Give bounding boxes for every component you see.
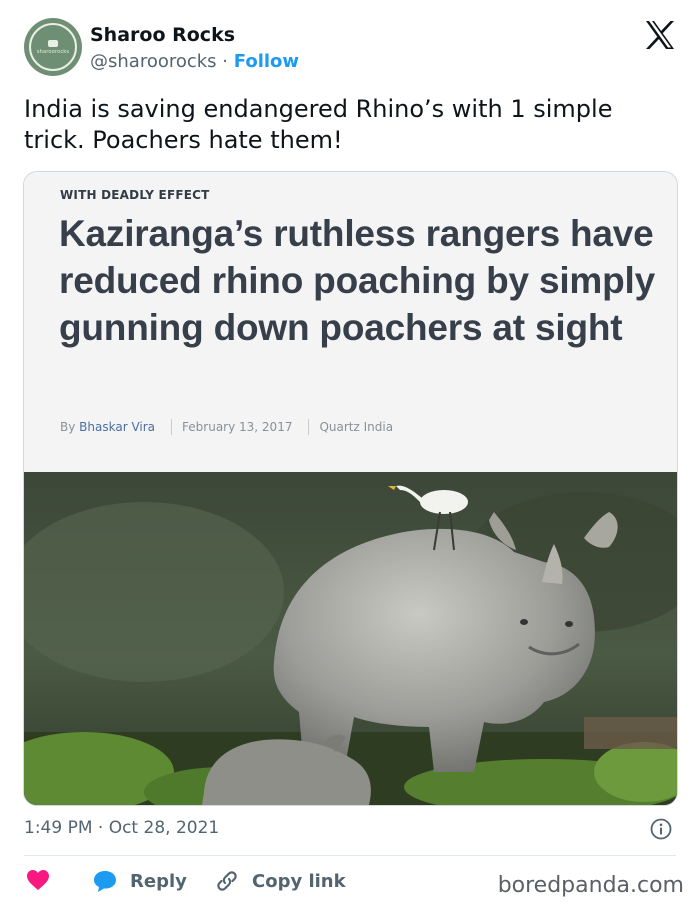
link-icon bbox=[217, 871, 237, 891]
avatar-text: sharoorocks bbox=[36, 48, 70, 55]
copy-link-label: Copy link bbox=[252, 870, 346, 892]
handle[interactable]: @sharoorocks bbox=[90, 51, 217, 72]
heart-icon bbox=[27, 870, 49, 890]
byline-date: February 13, 2017 bbox=[182, 420, 293, 434]
handle-separator: · bbox=[222, 51, 229, 72]
watermark: boredpanda.com bbox=[497, 873, 684, 898]
media-card[interactable]: WITH DEADLY EFFECT Kaziranga’s ruthless … bbox=[23, 171, 678, 806]
byline-divider bbox=[171, 419, 173, 435]
byline-divider bbox=[308, 419, 310, 435]
article-headline: Kaziranga’s ruthless rangers have reduce… bbox=[59, 213, 655, 348]
tweet-timestamp[interactable]: 1:49 PM · Oct 28, 2021 bbox=[24, 818, 219, 838]
follow-button[interactable]: Follow bbox=[234, 51, 299, 72]
copy-link-button[interactable]: Copy link bbox=[214, 869, 346, 893]
x-logo-icon[interactable] bbox=[644, 20, 676, 50]
handle-row: @sharoorocks · Follow bbox=[90, 51, 299, 72]
article-byline: By Bhaskar Vira February 13, 2017 Quartz… bbox=[60, 419, 393, 435]
reply-button[interactable]: Reply bbox=[92, 869, 187, 893]
divider bbox=[24, 855, 676, 856]
like-button[interactable] bbox=[26, 869, 50, 891]
article-screenshot: WITH DEADLY EFFECT Kaziranga’s ruthless … bbox=[24, 172, 677, 472]
rhino-photo bbox=[24, 472, 677, 805]
avatar[interactable]: sharoorocks bbox=[24, 18, 82, 76]
reply-icon bbox=[94, 871, 116, 892]
byline-prefix: By bbox=[60, 420, 76, 434]
article-kicker: WITH DEADLY EFFECT bbox=[60, 188, 210, 202]
avatar-glyph bbox=[48, 39, 58, 47]
info-icon[interactable] bbox=[650, 818, 672, 840]
byline-source: Quartz India bbox=[319, 420, 394, 434]
reply-label: Reply bbox=[130, 870, 187, 892]
display-name[interactable]: Sharoo Rocks bbox=[90, 24, 235, 46]
tweet-text: India is saving endangered Rhino’s with … bbox=[24, 95, 613, 154]
avatar-logo: sharoorocks bbox=[29, 23, 77, 71]
byline-author: Bhaskar Vira bbox=[79, 420, 156, 434]
